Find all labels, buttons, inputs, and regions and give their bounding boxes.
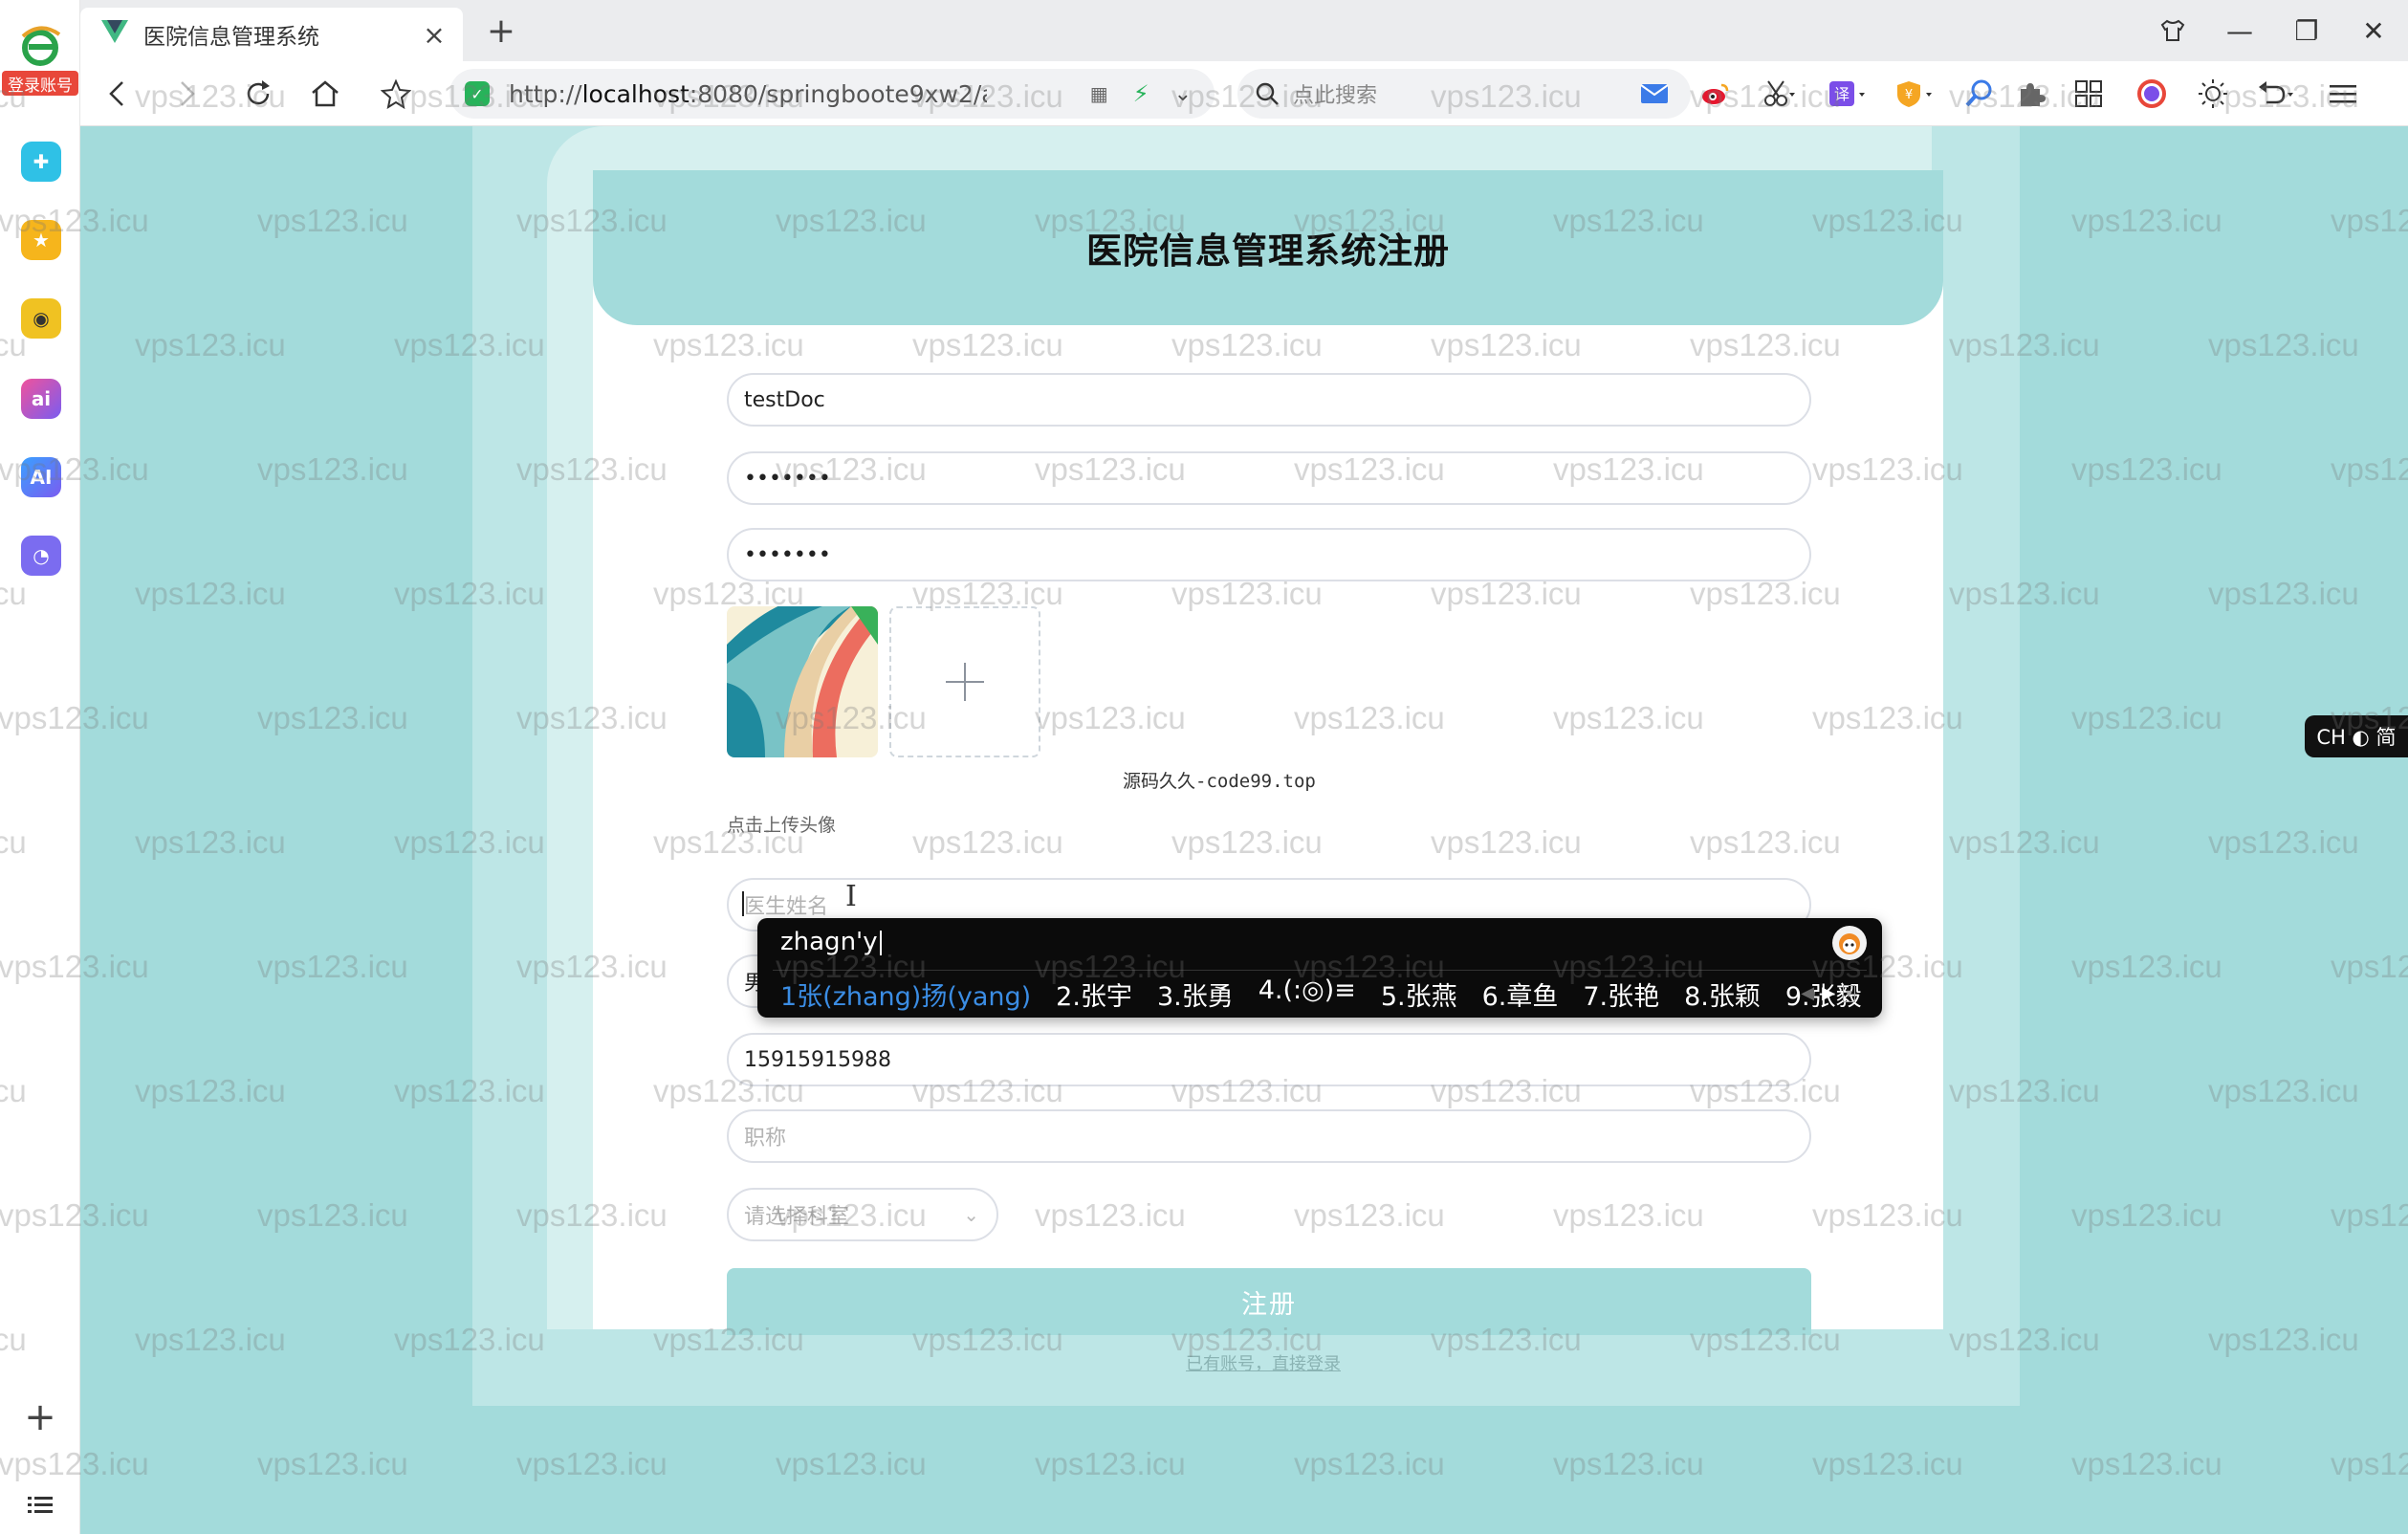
confirm-password-value: •••••••: [744, 542, 831, 567]
login-link[interactable]: 已有账号，直接登录: [1186, 1350, 1341, 1375]
undo-icon[interactable]: [2257, 75, 2295, 113]
minimize-icon[interactable]: —: [2213, 10, 2266, 52]
phone-value: 15915915988: [744, 1047, 891, 1072]
select-chevron-icon: ⌄: [963, 1203, 979, 1226]
language-indicator[interactable]: CH ◐ 简: [2305, 715, 2408, 757]
forward-icon[interactable]: [166, 73, 208, 115]
ime-next-icon[interactable]: ▶: [1822, 983, 1835, 1003]
brightness-icon[interactable]: [2194, 75, 2232, 113]
browser-logo-icon[interactable]: [17, 23, 63, 69]
vue-favicon-icon: [101, 20, 130, 49]
address-bar[interactable]: ✓ http://localhost:8080/springboote9xw2/…: [449, 69, 1215, 119]
ime-candidate-7[interactable]: 7.张艳: [1583, 975, 1659, 1013]
text-caret: [742, 891, 744, 916]
password-value: •••••••: [744, 466, 831, 491]
job-title-input[interactable]: 职称: [727, 1109, 1811, 1163]
svg-text:译: 译: [1834, 85, 1850, 103]
username-value: testDoc: [744, 387, 825, 412]
home-icon[interactable]: [304, 73, 346, 115]
app-robot-icon[interactable]: ◉: [21, 298, 61, 339]
app-ai-icon[interactable]: ai: [21, 379, 61, 419]
register-button[interactable]: 注册: [727, 1268, 1811, 1335]
tab-title: 医院信息管理系统: [143, 25, 319, 50]
register-header: 医院信息管理系统注册: [593, 170, 1943, 325]
avatar-upload-box[interactable]: [889, 606, 1040, 757]
ime-candidate-2[interactable]: 2.张宇: [1056, 975, 1132, 1013]
magnifier-ext-icon[interactable]: [1960, 75, 1999, 113]
ime-separator: [773, 970, 1867, 971]
sidebar-add-icon[interactable]: +: [19, 1395, 61, 1439]
search-box[interactable]: 点此搜索: [1237, 69, 1691, 119]
lightning-icon[interactable]: ⚡: [1133, 80, 1149, 107]
close-window-icon[interactable]: ✕: [2347, 10, 2400, 52]
ime-candidate-5[interactable]: 5.张燕: [1381, 975, 1457, 1013]
tab-bar: 医院信息管理系统 × + — ❐ ✕: [80, 0, 2408, 61]
app-star-icon[interactable]: ★: [21, 220, 61, 260]
qr-code-icon[interactable]: ▦: [1090, 82, 1108, 105]
weibo-icon[interactable]: [1697, 75, 1735, 113]
ime-candidate-8[interactable]: 8.张颖: [1684, 975, 1761, 1013]
svg-text:¥: ¥: [1905, 88, 1913, 102]
username-input[interactable]: testDoc: [727, 373, 1811, 427]
upload-hint: 点击上传头像: [727, 815, 837, 836]
translate-icon[interactable]: 译: [1828, 75, 1867, 113]
restore-icon[interactable]: ❐: [2280, 10, 2333, 52]
text-cursor-icon: I: [845, 880, 857, 913]
sidebar-menu-icon[interactable]: [23, 1488, 57, 1523]
ime-expand-icon[interactable]: ▾: [1842, 984, 1855, 1002]
secure-shield-icon: ✓: [465, 81, 490, 106]
apps-grid-icon[interactable]: [2069, 75, 2108, 113]
ime-prev-icon[interactable]: ◀: [1801, 983, 1814, 1003]
page-viewport: 医院信息管理系统注册 testDoc ••••••• ••••••• 源码久久-…: [80, 126, 2408, 1534]
scissors-icon[interactable]: [1760, 75, 1798, 113]
ime-candidate-1[interactable]: 1张(zhang)扬(yang): [780, 975, 1031, 1013]
url-text: http://localhost:8080/springboote9xw2/ad…: [509, 79, 987, 108]
browser-toolbar: ✓ http://localhost:8080/springboote9xw2/…: [80, 61, 2408, 126]
doctor-name-placeholder: 医生姓名: [744, 895, 829, 919]
job-title-placeholder: 职称: [744, 1127, 787, 1150]
search-icon: [1256, 82, 1279, 105]
app-cross-icon[interactable]: ✚: [21, 142, 61, 182]
department-placeholder: 请选择科室: [744, 1205, 850, 1229]
tab-close-icon[interactable]: ×: [419, 19, 449, 51]
shield-money-icon[interactable]: ¥: [1895, 75, 1934, 113]
ime-composition: zhagn'y: [780, 928, 882, 956]
hamburger-menu-icon[interactable]: [2324, 75, 2362, 113]
ime-candidates: 1张(zhang)扬(yang) 2.张宇 3.张勇 4.(:◎)≡ 5.张燕 …: [780, 975, 1862, 1013]
reload-icon[interactable]: [237, 73, 279, 115]
tab-hospital-system[interactable]: 医院信息管理系统 ×: [80, 8, 463, 61]
ime-candidate-4[interactable]: 4.(:◎)≡: [1259, 975, 1356, 1013]
search-placeholder: 点此搜索: [1293, 84, 1378, 108]
ime-candidate-3[interactable]: 3.张勇: [1157, 975, 1234, 1013]
ai-assistant-icon[interactable]: [2133, 75, 2171, 113]
password-input[interactable]: •••••••: [727, 451, 1811, 505]
mail-icon[interactable]: [1635, 75, 1674, 113]
avatar-preview[interactable]: [727, 606, 878, 757]
app-bot-icon[interactable]: ◔: [21, 536, 61, 576]
back-icon[interactable]: [96, 73, 138, 115]
app-ai2-icon[interactable]: AI: [21, 457, 61, 497]
avatar-caption: 源码久久-code99.top: [1123, 771, 1316, 792]
confirm-password-input[interactable]: •••••••: [727, 528, 1811, 581]
chevron-down-icon[interactable]: ⌄: [1174, 82, 1192, 106]
plus-icon: [946, 663, 984, 701]
favorite-star-icon[interactable]: [375, 73, 417, 115]
shirt-skin-icon[interactable]: [2146, 10, 2200, 52]
ime-page-arrows[interactable]: ◀ ▶ ▾: [1801, 983, 1855, 1003]
new-tab-icon[interactable]: +: [480, 10, 522, 52]
login-account-button[interactable]: 登录账号: [2, 71, 78, 96]
ime-logo-icon[interactable]: [1832, 926, 1867, 960]
ime-candidate-window: zhagn'y 1张(zhang)扬(yang) 2.张宇 3.张勇 4.(:◎…: [757, 918, 1882, 1018]
page-title: 医院信息管理系统注册: [1086, 230, 1450, 272]
department-select[interactable]: 请选择科室 ⌄: [727, 1188, 998, 1241]
ime-candidate-6[interactable]: 6.章鱼: [1482, 975, 1559, 1013]
browser-sidebar: 登录账号 ✚ ★ ◉ ai AI ◔ +: [0, 0, 80, 1534]
puzzle-extension-icon[interactable]: [2012, 75, 2050, 113]
phone-input[interactable]: 15915915988: [727, 1033, 1811, 1086]
